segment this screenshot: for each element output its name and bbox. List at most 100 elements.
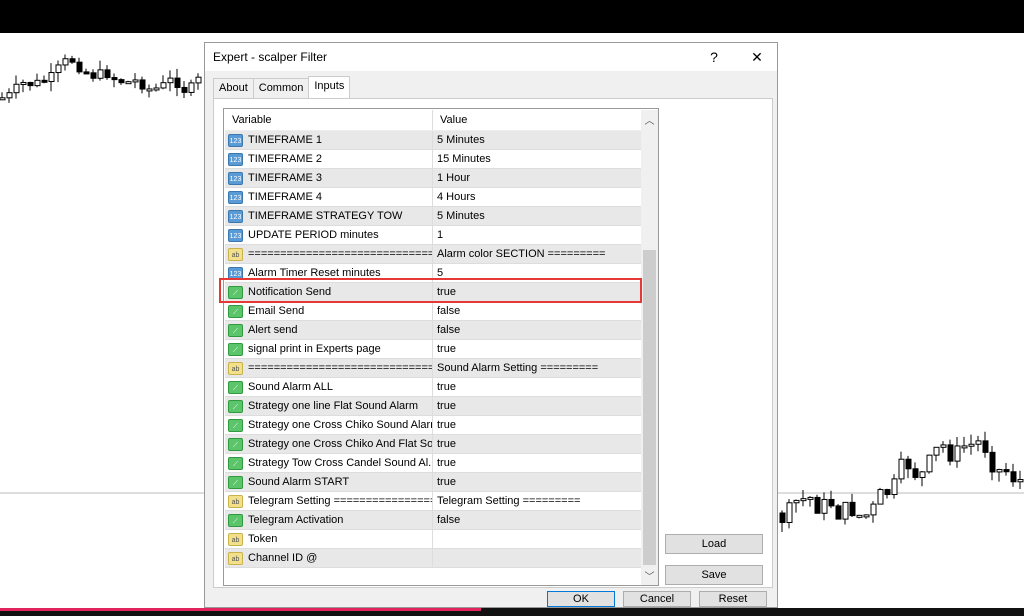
candle	[863, 514, 870, 518]
scroll-down-icon[interactable]: ﹀	[641, 568, 658, 583]
table-row[interactable]: 123 TIMEFRAME 1 5 Minutes	[225, 131, 641, 150]
value-cell[interactable]: 5 Minutes	[433, 134, 485, 146]
variable-name: Email Send	[248, 305, 305, 317]
video-progress-bar[interactable]	[0, 608, 482, 611]
value-cell[interactable]: true	[433, 400, 456, 412]
variable-cell[interactable]: ab ================================	[225, 359, 433, 377]
variable-cell[interactable]: ab Token	[225, 530, 433, 548]
variable-cell[interactable]: 123 TIMEFRAME 1	[225, 131, 433, 149]
variable-cell[interactable]: ⟋ Strategy one Cross Chiko And Flat So...	[225, 435, 433, 453]
table-row[interactable]: ⟋ Sound Alarm ALL true	[225, 378, 641, 397]
variable-cell[interactable]: ⟋ Sound Alarm START	[225, 473, 433, 491]
candle	[814, 496, 821, 514]
value-cell[interactable]: Alarm color SECTION =========	[433, 248, 605, 260]
value-cell[interactable]: Telegram Setting =========	[433, 495, 580, 507]
variable-name: signal print in Experts page	[248, 343, 381, 355]
table-row[interactable]: ab Token	[225, 530, 641, 549]
variable-cell[interactable]: ab ================================	[225, 245, 433, 263]
candle	[97, 69, 104, 79]
table-row[interactable]: 123 UPDATE PERIOD minutes 1	[225, 226, 641, 245]
video-top-bar	[0, 0, 1024, 33]
candle	[807, 496, 814, 500]
variable-cell[interactable]: 123 TIMEFRAME 3	[225, 169, 433, 187]
value-cell[interactable]: true	[433, 381, 456, 393]
scrollbar-thumb[interactable]	[643, 250, 656, 565]
value-cell[interactable]: false	[433, 514, 460, 526]
table-row[interactable]: ab Channel ID @	[225, 549, 641, 568]
tab-inputs[interactable]: Inputs	[308, 76, 351, 98]
table-row[interactable]: ab Telegram Setting ================= Tele…	[225, 492, 641, 511]
tab-common[interactable]: Common	[252, 78, 310, 98]
candle	[69, 58, 76, 63]
value-cell[interactable]: true	[433, 438, 456, 450]
table-row[interactable]: ab ================================Sound …	[225, 359, 641, 378]
table-row[interactable]: ⟋ Alert send false	[225, 321, 641, 340]
variable-cell[interactable]: ⟋ Strategy one Cross Chiko Sound Alarm	[225, 416, 433, 434]
table-row[interactable]: ab ================================Alarm …	[225, 245, 641, 264]
value-cell[interactable]: true	[433, 343, 456, 355]
ok-button[interactable]: OK	[547, 591, 615, 607]
variable-cell[interactable]: 123 TIMEFRAME 4	[225, 188, 433, 206]
variable-cell[interactable]: 123 TIMEFRAME 2	[225, 150, 433, 168]
header-variable[interactable]: Variable	[225, 110, 433, 130]
table-row[interactable]: ⟋ Strategy one Cross Chiko Sound Alarm tru…	[225, 416, 641, 435]
table-row[interactable]: 123 TIMEFRAME STRATEGY TOW 5 Minutes	[225, 207, 641, 226]
help-icon[interactable]: ?	[702, 47, 726, 67]
reset-button[interactable]: Reset	[699, 591, 767, 607]
variable-name: Token	[248, 533, 278, 545]
cancel-button[interactable]: Cancel	[623, 591, 691, 607]
variable-name: TIMEFRAME 1	[248, 134, 322, 146]
value-cell[interactable]: true	[433, 476, 456, 488]
variable-cell[interactable]: 123 TIMEFRAME STRATEGY TOW	[225, 207, 433, 225]
value-cell[interactable]: Sound Alarm Setting =========	[433, 362, 598, 374]
value-cell[interactable]: 1	[433, 229, 443, 241]
candle	[821, 498, 828, 514]
table-row[interactable]: 123 TIMEFRAME 2 15 Minutes	[225, 150, 641, 169]
table-row[interactable]: ⟋ Strategy Tow Cross Candel Sound Al... tr…	[225, 454, 641, 473]
inputs-grid: Variable Value 123 TIMEFRAME 15 Minutes 12…	[223, 108, 659, 586]
table-row[interactable]: ⟋ signal print in Experts page true	[225, 340, 641, 359]
table-row[interactable]: 123 TIMEFRAME 3 1 Hour	[225, 169, 641, 188]
tab-about[interactable]: About	[213, 78, 254, 98]
close-icon[interactable]: ✕	[745, 47, 769, 67]
variable-cell[interactable]: ⟋ Sound Alarm ALL	[225, 378, 433, 396]
variable-cell[interactable]: ⟋ Telegram Activation	[225, 511, 433, 529]
load-button[interactable]: Load	[665, 534, 763, 554]
variable-cell[interactable]: ab Telegram Setting =================	[225, 492, 433, 510]
variable-cell[interactable]: ⟋ Strategy one line Flat Sound Alarm	[225, 397, 433, 415]
candle	[898, 458, 905, 480]
string-type-icon: ab	[228, 551, 243, 565]
integer-type-icon: 123	[228, 228, 243, 242]
save-button[interactable]: Save	[665, 565, 763, 585]
value-cell[interactable]: true	[433, 419, 456, 431]
dialog-title-bar: Expert - scalper Filter ? ✕	[205, 43, 777, 71]
value-cell[interactable]: false	[433, 305, 460, 317]
value-cell[interactable]: 15 Minutes	[433, 153, 491, 165]
variable-name: Strategy one line Flat Sound Alarm	[248, 400, 418, 412]
table-row[interactable]: ⟋ Sound Alarm START true	[225, 473, 641, 492]
candle	[912, 468, 919, 478]
variable-cell[interactable]: ⟋ Alert send	[225, 321, 433, 339]
scroll-up-icon[interactable]: ︿	[641, 112, 658, 127]
value-cell[interactable]: false	[433, 324, 460, 336]
candle	[870, 503, 877, 516]
variable-cell[interactable]: ⟋ Email Send	[225, 302, 433, 320]
value-cell[interactable]: 1 Hour	[433, 172, 470, 184]
variable-cell[interactable]: ⟋ Strategy Tow Cross Candel Sound Al...	[225, 454, 433, 472]
candle	[111, 77, 118, 81]
table-row[interactable]: ⟋ Telegram Activation false	[225, 511, 641, 530]
table-row[interactable]: ⟋ Strategy one line Flat Sound Alarm true	[225, 397, 641, 416]
variable-cell[interactable]: 123 UPDATE PERIOD minutes	[225, 226, 433, 244]
header-value[interactable]: Value	[433, 110, 474, 130]
variable-cell[interactable]: ⟋ signal print in Experts page	[225, 340, 433, 358]
candle	[27, 81, 34, 87]
scrollbar[interactable]: ︿ ﹀	[641, 110, 658, 585]
table-row[interactable]: ⟋ Strategy one Cross Chiko And Flat So...…	[225, 435, 641, 454]
value-cell[interactable]: 5 Minutes	[433, 210, 485, 222]
integer-type-icon: 123	[228, 209, 243, 223]
value-cell[interactable]: true	[433, 457, 456, 469]
table-row[interactable]: ⟋ Email Send false	[225, 302, 641, 321]
variable-cell[interactable]: ab Channel ID @	[225, 549, 433, 567]
value-cell[interactable]: 4 Hours	[433, 191, 476, 203]
table-row[interactable]: 123 TIMEFRAME 4 4 Hours	[225, 188, 641, 207]
